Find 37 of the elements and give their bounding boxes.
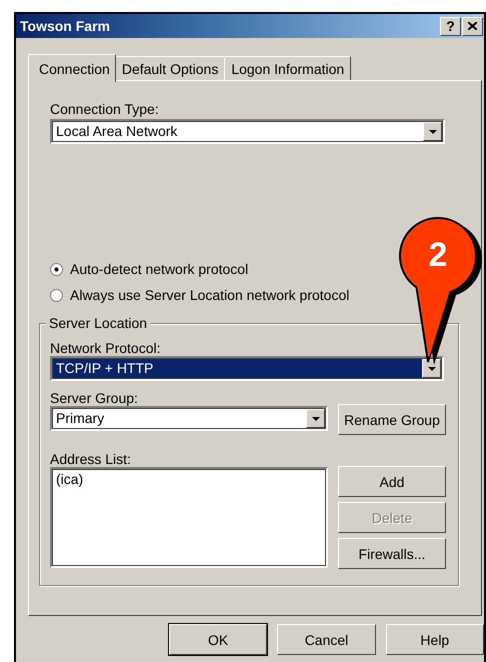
field-label: Address List: [50, 451, 132, 467]
address-list[interactable]: (ica) [50, 467, 328, 568]
window-title: Towson Farm [20, 18, 111, 34]
tab[interactable]: Default Options [114, 56, 226, 80]
dialog-button[interactable]: Cancel [277, 624, 376, 655]
dropdown-button[interactable] [423, 122, 442, 141]
list-action-button[interactable]: Add [338, 466, 446, 497]
radio-button[interactable] [50, 288, 63, 302]
close-button[interactable] [462, 16, 483, 36]
tab[interactable]: Connection [28, 54, 116, 82]
selected-value: TCP/IP + HTTP [53, 359, 422, 378]
dropdown-button[interactable] [306, 409, 325, 428]
dropdown-field[interactable]: Primary [50, 406, 328, 431]
dropdown-field[interactable]: TCP/IP + HTTP [50, 356, 444, 381]
dialog-button[interactable]: Help [386, 624, 484, 655]
dropdown-button[interactable] [422, 359, 441, 378]
radio-label: Auto-detect network protocol [70, 261, 248, 277]
radio-button[interactable] [50, 262, 63, 276]
help-button[interactable]: ? [440, 16, 461, 36]
list-item[interactable]: (ica) [56, 471, 322, 487]
tab[interactable]: Logon Information [224, 56, 352, 80]
dropdown-arrow-icon [428, 366, 436, 370]
dropdown-arrow-icon [312, 416, 320, 420]
dropdown-field[interactable]: Local Area Network [50, 119, 445, 144]
close-icon [468, 22, 477, 30]
selected-value: Local Area Network [55, 122, 178, 141]
field-label: Network Protocol: [50, 340, 162, 356]
dropdown-arrow-icon [428, 130, 436, 134]
list-action-button[interactable]: Firewalls... [338, 538, 446, 569]
callout-number: 2 [428, 236, 448, 275]
rename-group-button[interactable]: Rename Group [338, 404, 446, 435]
selected-value: Primary [55, 409, 106, 428]
radio-label: Always use Server Location network protocol [70, 287, 350, 303]
dialog-button[interactable]: OK [169, 624, 268, 655]
field-label: Connection Type: [50, 101, 160, 117]
field-label: Server Group: [50, 390, 139, 406]
group-title: Server Location [46, 315, 150, 331]
